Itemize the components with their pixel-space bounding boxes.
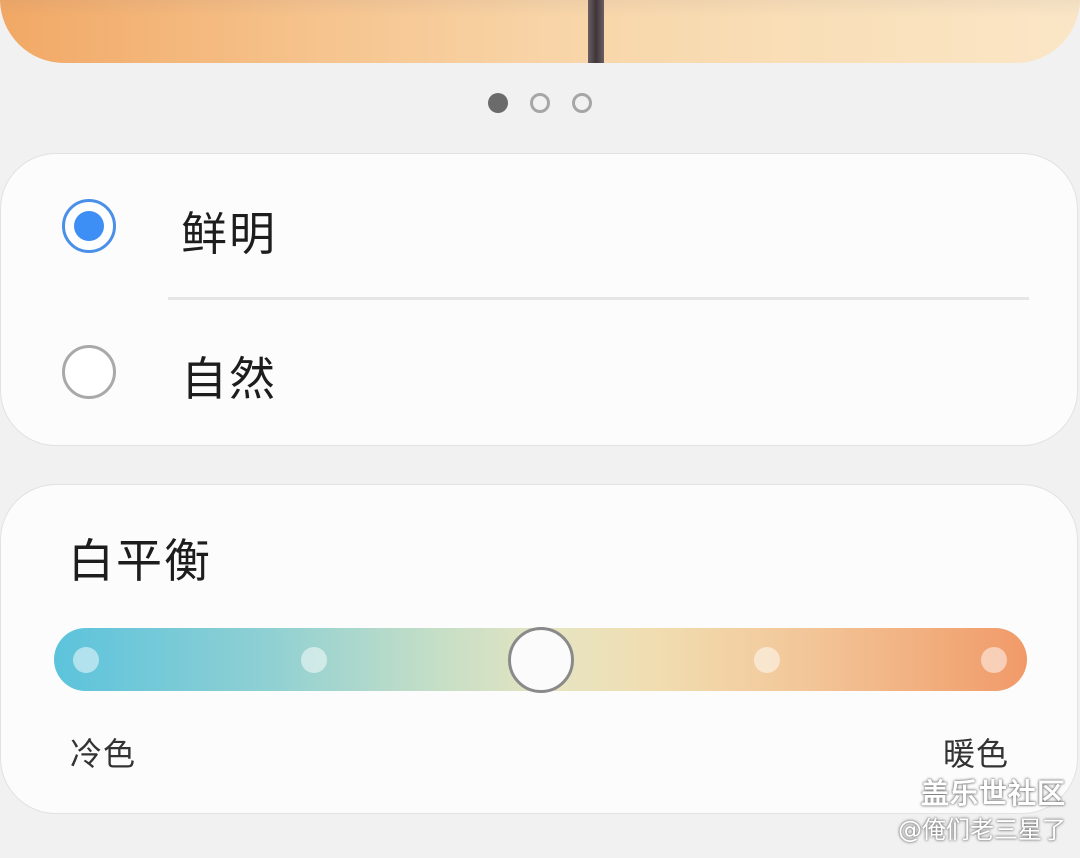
slider-step-1 bbox=[73, 647, 99, 673]
option-natural-label: 自然 bbox=[181, 352, 277, 406]
radio-vivid[interactable] bbox=[62, 199, 116, 253]
slider-step-4 bbox=[754, 647, 780, 673]
watermark-community: 盖乐世社区 bbox=[920, 777, 1066, 810]
warm-label: 暖色 bbox=[943, 735, 1010, 773]
watermark-author: @俺们老三星了 bbox=[898, 816, 1066, 844]
screen-mode-preview-image bbox=[0, 0, 1080, 63]
white-balance-title: 白平衡 bbox=[68, 534, 212, 588]
page-dot-1[interactable] bbox=[488, 93, 508, 113]
preview-sky bbox=[0, 0, 1080, 63]
page-dot-2[interactable] bbox=[530, 93, 550, 113]
preview-pole bbox=[588, 0, 604, 63]
slider-thumb[interactable] bbox=[508, 627, 574, 693]
radio-natural[interactable] bbox=[62, 345, 116, 399]
option-vivid-label: 鲜明 bbox=[181, 207, 277, 261]
white-balance-card: 白平衡 冷色 暖色 bbox=[0, 484, 1078, 814]
cool-label: 冷色 bbox=[70, 735, 137, 773]
option-vivid[interactable]: 鲜明 bbox=[1, 154, 1079, 300]
white-balance-slider[interactable] bbox=[54, 627, 1027, 693]
radio-selected-dot bbox=[74, 211, 104, 241]
slider-step-2 bbox=[301, 647, 327, 673]
option-natural[interactable]: 自然 bbox=[1, 300, 1079, 446]
screen-mode-card: 鲜明 自然 bbox=[0, 153, 1078, 446]
page-indicator bbox=[488, 93, 592, 113]
slider-step-5 bbox=[981, 647, 1007, 673]
page-dot-3[interactable] bbox=[572, 93, 592, 113]
